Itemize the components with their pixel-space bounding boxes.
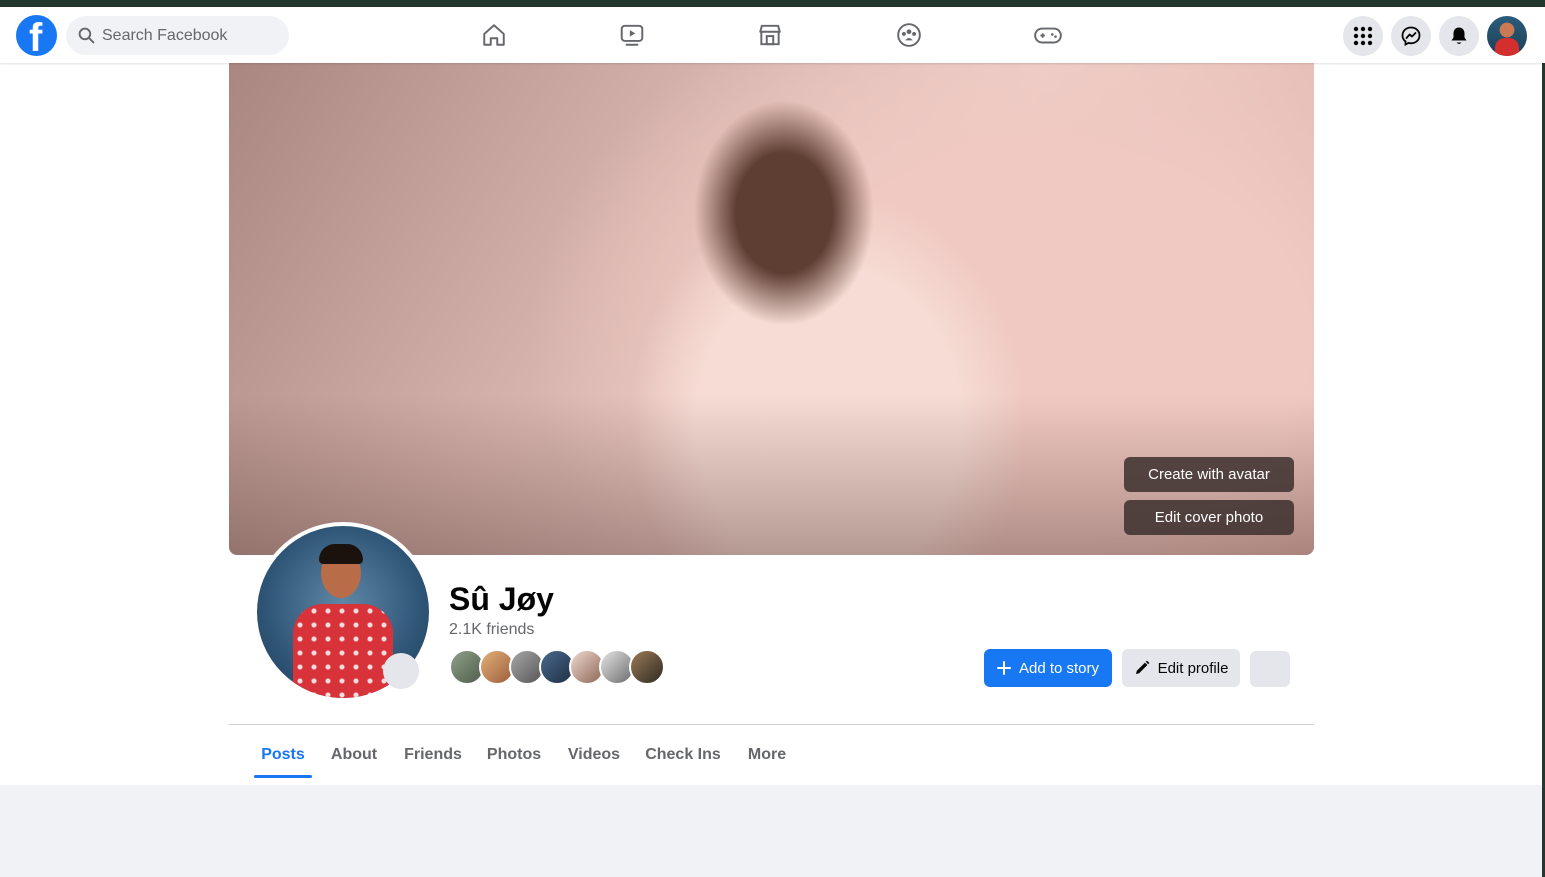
menu-button[interactable] (1343, 16, 1383, 56)
pencil-icon (1135, 660, 1149, 674)
tab-photos[interactable]: Photos (480, 725, 548, 785)
notifications-button[interactable] (1439, 16, 1479, 56)
friend-avatar[interactable] (629, 649, 665, 685)
nav-watch[interactable] (602, 15, 662, 55)
window-top-strip (0, 0, 1545, 7)
tab-check-ins[interactable]: Check Ins (639, 725, 727, 785)
watch-icon (620, 24, 644, 46)
create-with-avatar-button[interactable]: Create with avatar (1124, 457, 1294, 492)
tab-friends[interactable]: Friends (397, 725, 469, 785)
edit-cover-photo-button[interactable]: Edit cover photo (1124, 500, 1294, 535)
account-avatar[interactable] (1487, 16, 1527, 56)
top-navbar: f (0, 7, 1545, 63)
nav-groups[interactable] (879, 15, 939, 55)
edit-profile-button[interactable]: Edit profile (1122, 649, 1240, 687)
profile-picture-hair (319, 544, 363, 564)
search-box[interactable] (66, 16, 289, 55)
nav-home[interactable] (464, 15, 524, 55)
facebook-logo-letter: f (29, 16, 43, 56)
profile-picture-shirt (293, 604, 393, 698)
messenger-button[interactable] (1391, 16, 1431, 56)
cover-photo[interactable]: Create with avatar Edit cover photo (229, 63, 1314, 555)
menu-grid-icon (1353, 26, 1373, 46)
profile-name: Sû Jøy (449, 581, 554, 617)
edit-profile-label: Edit profile (1157, 659, 1229, 677)
home-icon (483, 24, 505, 46)
messenger-icon (1401, 26, 1421, 46)
tab-about[interactable]: About (322, 725, 386, 785)
tab-more[interactable]: More (739, 725, 795, 785)
search-icon (78, 27, 95, 44)
more-options-button[interactable] (1250, 651, 1290, 687)
profile-header: Create with avatar Edit cover photo Sû J… (0, 63, 1542, 785)
facebook-logo[interactable]: f (16, 15, 57, 56)
search-input[interactable] (102, 16, 282, 55)
marketplace-icon (759, 24, 781, 46)
add-to-story-button[interactable]: Add to story (984, 649, 1112, 687)
nav-marketplace[interactable] (740, 15, 800, 55)
friends-count[interactable]: 2.1K friends (449, 621, 534, 639)
tab-posts[interactable]: Posts (254, 725, 312, 785)
groups-icon (897, 23, 921, 47)
update-profile-picture-button[interactable] (383, 653, 419, 689)
gaming-icon (1034, 27, 1062, 44)
add-to-story-label: Add to story (1018, 659, 1100, 677)
notifications-icon (1451, 27, 1467, 44)
nav-gaming[interactable] (1018, 15, 1078, 55)
plus-icon (996, 661, 1011, 675)
tab-videos[interactable]: Videos (560, 725, 628, 785)
